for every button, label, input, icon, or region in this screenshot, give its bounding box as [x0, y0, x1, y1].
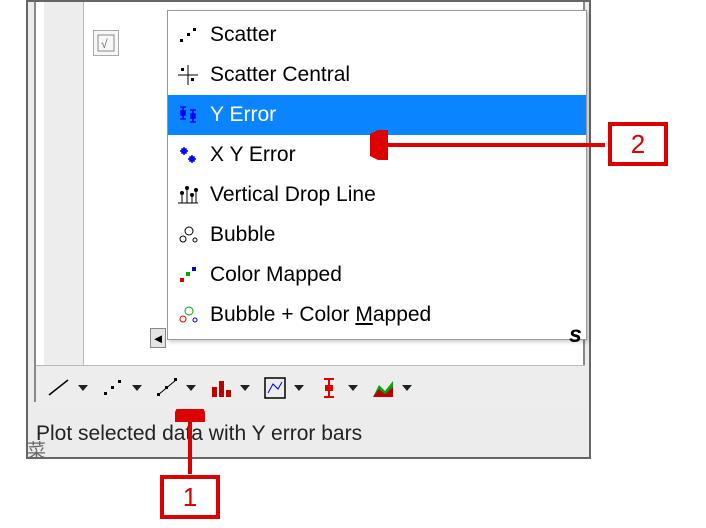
scatter-plot-icon — [100, 375, 126, 401]
menu-item-xy-error[interactable]: X Y Error — [168, 135, 586, 175]
scatter-central-icon — [174, 61, 202, 89]
menu-item-scatter-central[interactable]: Scatter Central — [168, 55, 586, 95]
callout-1-label: 1 — [183, 482, 197, 513]
toolbar-sigma-button[interactable]: √ — [93, 30, 119, 56]
menu-label: Scatter Central — [210, 63, 576, 87]
menu-item-color-mapped[interactable]: Color Mapped — [168, 255, 586, 295]
color-mapped-icon — [174, 261, 202, 289]
area-plot-dropdown[interactable] — [400, 373, 414, 403]
y-error-icon — [174, 101, 202, 129]
menu-label: Bubble + Color Mapped — [210, 303, 576, 327]
sigma-icon: √ — [97, 34, 115, 52]
error-plot-button[interactable] — [314, 373, 344, 403]
corner-text: 菜 — [27, 436, 46, 463]
vertical-drop-line-icon — [174, 181, 202, 209]
error-plot-icon — [316, 375, 342, 401]
menu-label: Scatter — [210, 23, 576, 47]
box-plot-dropdown[interactable] — [292, 373, 306, 403]
box-plot-icon — [262, 375, 288, 401]
line-symbol-button[interactable] — [152, 373, 182, 403]
bubble-icon — [174, 221, 202, 249]
status-bar: Plot selected data with Y error bars — [36, 419, 362, 449]
plot-toolbar — [36, 365, 585, 409]
scatter-icon — [174, 21, 202, 49]
column-plot-dropdown[interactable] — [238, 373, 252, 403]
plot-type-menu: Scatter Scatter Central Y Error X Y Erro… — [167, 10, 587, 340]
line-plot-button[interactable] — [44, 373, 74, 403]
callout-2-label: 2 — [631, 129, 645, 160]
column-plot-icon — [208, 375, 234, 401]
scatter-plot-dropdown[interactable] — [130, 373, 144, 403]
xy-error-icon — [174, 141, 202, 169]
menu-item-bubble-color-mapped[interactable]: Bubble + Color Mapped — [168, 295, 586, 335]
menu-label: Vertical Drop Line — [210, 183, 576, 207]
menu-label: Y Error — [210, 103, 576, 127]
menu-item-y-error[interactable]: Y Error — [168, 95, 586, 135]
menu-item-bubble[interactable]: Bubble — [168, 215, 586, 255]
scroll-left-button[interactable]: ◄ — [150, 328, 166, 348]
error-plot-dropdown[interactable] — [346, 373, 360, 403]
line-plot-icon — [46, 375, 72, 401]
left-vertical-toolbar: √ — [44, 2, 124, 402]
menu-item-vertical-drop[interactable]: Vertical Drop Line — [168, 175, 586, 215]
menu-label: X Y Error — [210, 143, 576, 167]
line-plot-dropdown[interactable] — [76, 373, 90, 403]
italic-s-fragment: s — [569, 321, 582, 348]
svg-text:√: √ — [101, 37, 108, 51]
area-plot-icon — [370, 375, 396, 401]
app-frame: √ Scatter Scatter Central Y Error — [26, 0, 591, 459]
line-symbol-icon — [154, 375, 180, 401]
line-symbol-dropdown[interactable] — [184, 373, 198, 403]
column-plot-button[interactable] — [206, 373, 236, 403]
menu-label: Color Mapped — [210, 263, 576, 287]
bubble-color-mapped-icon — [174, 301, 202, 329]
menu-label: Bubble — [210, 223, 576, 247]
callout-2: 2 — [608, 122, 668, 166]
status-text: Plot selected data with Y error bars — [36, 422, 362, 446]
area-plot-button[interactable] — [368, 373, 398, 403]
callout-1: 1 — [160, 475, 220, 519]
box-plot-button[interactable] — [260, 373, 290, 403]
menu-item-scatter[interactable]: Scatter — [168, 15, 586, 55]
scatter-plot-button[interactable] — [98, 373, 128, 403]
